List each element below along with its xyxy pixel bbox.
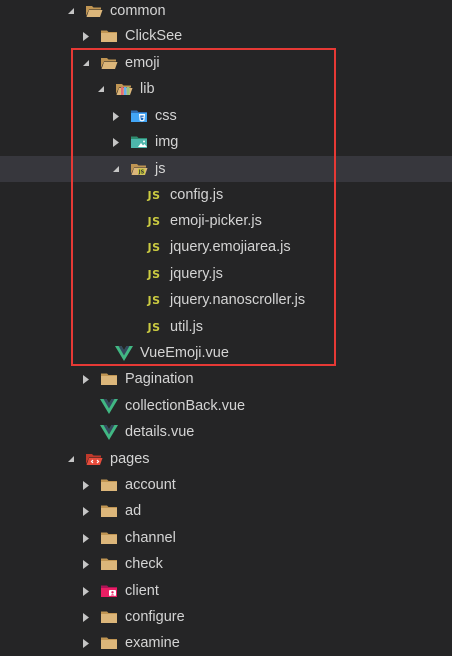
tree-item-account[interactable]: account xyxy=(0,472,452,498)
vue-file-icon xyxy=(100,424,118,440)
tree-item-examine[interactable]: examine xyxy=(0,630,452,656)
js-file-icon: JS xyxy=(147,293,161,307)
chevron-right-icon[interactable] xyxy=(81,559,91,569)
js-folder-open-icon: JS xyxy=(130,161,148,177)
client-folder-icon xyxy=(100,583,118,599)
chevron-down-icon[interactable] xyxy=(96,84,106,94)
folder-icon xyxy=(100,609,118,625)
folder-open-icon xyxy=(85,3,103,19)
image-folder-icon xyxy=(130,134,148,150)
chevron-right-icon[interactable] xyxy=(111,111,121,121)
tree-item-label: jquery.emojiarea.js xyxy=(170,239,291,255)
tree-item-label: css xyxy=(155,108,177,124)
chevron-right-icon[interactable] xyxy=(81,612,91,622)
tree-item-lib[interactable]: lib xyxy=(0,76,452,102)
tree-item-label: channel xyxy=(125,530,176,546)
chevron-right-icon[interactable] xyxy=(81,533,91,543)
js-file-icon: JS xyxy=(147,267,161,281)
tree-item-check[interactable]: check xyxy=(0,551,452,577)
svg-text:JS: JS xyxy=(138,170,145,176)
tree-item-label: img xyxy=(155,134,179,150)
chevron-right-icon[interactable] xyxy=(81,480,91,490)
tree-item-details-vue[interactable]: details.vue xyxy=(0,419,452,445)
tree-item-jquery-emojiarea-js[interactable]: JS jquery.emojiarea.js xyxy=(0,234,452,260)
tree-item-label: client xyxy=(125,583,159,599)
tree-item-label: ad xyxy=(125,503,142,519)
tree-item-vueemoji-vue[interactable]: VueEmoji.vue xyxy=(0,340,452,366)
tree-item-img[interactable]: img xyxy=(0,129,452,155)
tree-item-client[interactable]: client xyxy=(0,578,452,604)
js-file-icon: JS xyxy=(147,214,161,228)
js-file-icon: JS xyxy=(147,188,161,202)
folder-icon xyxy=(100,503,118,519)
tree-item-common[interactable]: common xyxy=(0,0,452,24)
tree-item-label: emoji-picker.js xyxy=(170,213,262,229)
tree-item-channel[interactable]: channel xyxy=(0,525,452,551)
vue-file-icon xyxy=(115,345,133,361)
tree-item-label: account xyxy=(125,477,176,493)
tree-item-label: configure xyxy=(125,609,185,625)
tree-item-ad[interactable]: ad xyxy=(0,498,452,524)
tree-item-pages[interactable]: pages xyxy=(0,446,452,472)
chevron-down-icon[interactable] xyxy=(66,454,76,464)
tree-item-label: details.vue xyxy=(125,424,195,440)
tree-item-label: VueEmoji.vue xyxy=(140,345,229,361)
folder-icon xyxy=(100,477,118,493)
chevron-right-icon[interactable] xyxy=(81,586,91,596)
chevron-down-icon[interactable] xyxy=(111,164,121,174)
js-file-icon: JS xyxy=(147,240,161,254)
tree-item-collectionback-vue[interactable]: collectionBack.vue xyxy=(0,393,452,419)
tree-item-jquery-nanoscroller-js[interactable]: JS jquery.nanoscroller.js xyxy=(0,287,452,313)
chevron-right-icon[interactable] xyxy=(111,137,121,147)
folder-icon xyxy=(100,371,118,387)
tree-item-configure[interactable]: configure xyxy=(0,604,452,630)
tree-item-label: config.js xyxy=(170,187,224,203)
tree-item-label: pages xyxy=(110,451,150,467)
vue-file-icon xyxy=(100,398,118,414)
chevron-right-icon[interactable] xyxy=(81,31,91,41)
folder-icon xyxy=(100,556,118,572)
tree-item-label: emoji xyxy=(125,55,160,71)
folder-icon xyxy=(100,28,118,44)
tree-item-label: common xyxy=(110,3,166,19)
tree-item-label: lib xyxy=(140,81,155,97)
tree-item-label: Pagination xyxy=(125,371,194,387)
tree-item-emoji-picker-js[interactable]: JS emoji-picker.js xyxy=(0,208,452,234)
file-explorer-tree: common ClickSee emoji lib css img JS js … xyxy=(0,0,452,654)
folder-icon xyxy=(100,530,118,546)
tree-item-css[interactable]: css xyxy=(0,103,452,129)
chevron-right-icon[interactable] xyxy=(81,374,91,384)
tree-item-pagination[interactable]: Pagination xyxy=(0,366,452,392)
tree-item-label: collectionBack.vue xyxy=(125,398,246,414)
tree-item-config-js[interactable]: JS config.js xyxy=(0,182,452,208)
tree-item-label: check xyxy=(125,556,163,572)
tree-item-label: js xyxy=(155,161,166,177)
pages-folder-open-icon xyxy=(85,451,103,467)
tree-item-jquery-js[interactable]: JS jquery.js xyxy=(0,261,452,287)
chevron-down-icon[interactable] xyxy=(66,6,76,16)
tree-item-label: jquery.js xyxy=(170,266,223,282)
tree-item-emoji[interactable]: emoji xyxy=(0,50,452,76)
tree-item-label: examine xyxy=(125,635,180,651)
folder-open-icon xyxy=(100,55,118,71)
css-folder-icon xyxy=(130,108,148,124)
tree-item-label: ClickSee xyxy=(125,28,183,44)
folder-icon xyxy=(100,635,118,651)
chevron-right-icon[interactable] xyxy=(81,506,91,516)
chevron-right-icon[interactable] xyxy=(81,638,91,648)
chevron-down-icon[interactable] xyxy=(81,58,91,68)
tree-item-util-js[interactable]: JS util.js xyxy=(0,314,452,340)
tree-item-js[interactable]: JS js xyxy=(0,156,452,182)
tree-item-label: jquery.nanoscroller.js xyxy=(170,292,306,308)
tree-item-label: util.js xyxy=(170,319,204,335)
tree-item-clicksee[interactable]: ClickSee xyxy=(0,23,452,49)
lib-folder-icon xyxy=(115,81,133,97)
js-file-icon: JS xyxy=(147,320,161,334)
